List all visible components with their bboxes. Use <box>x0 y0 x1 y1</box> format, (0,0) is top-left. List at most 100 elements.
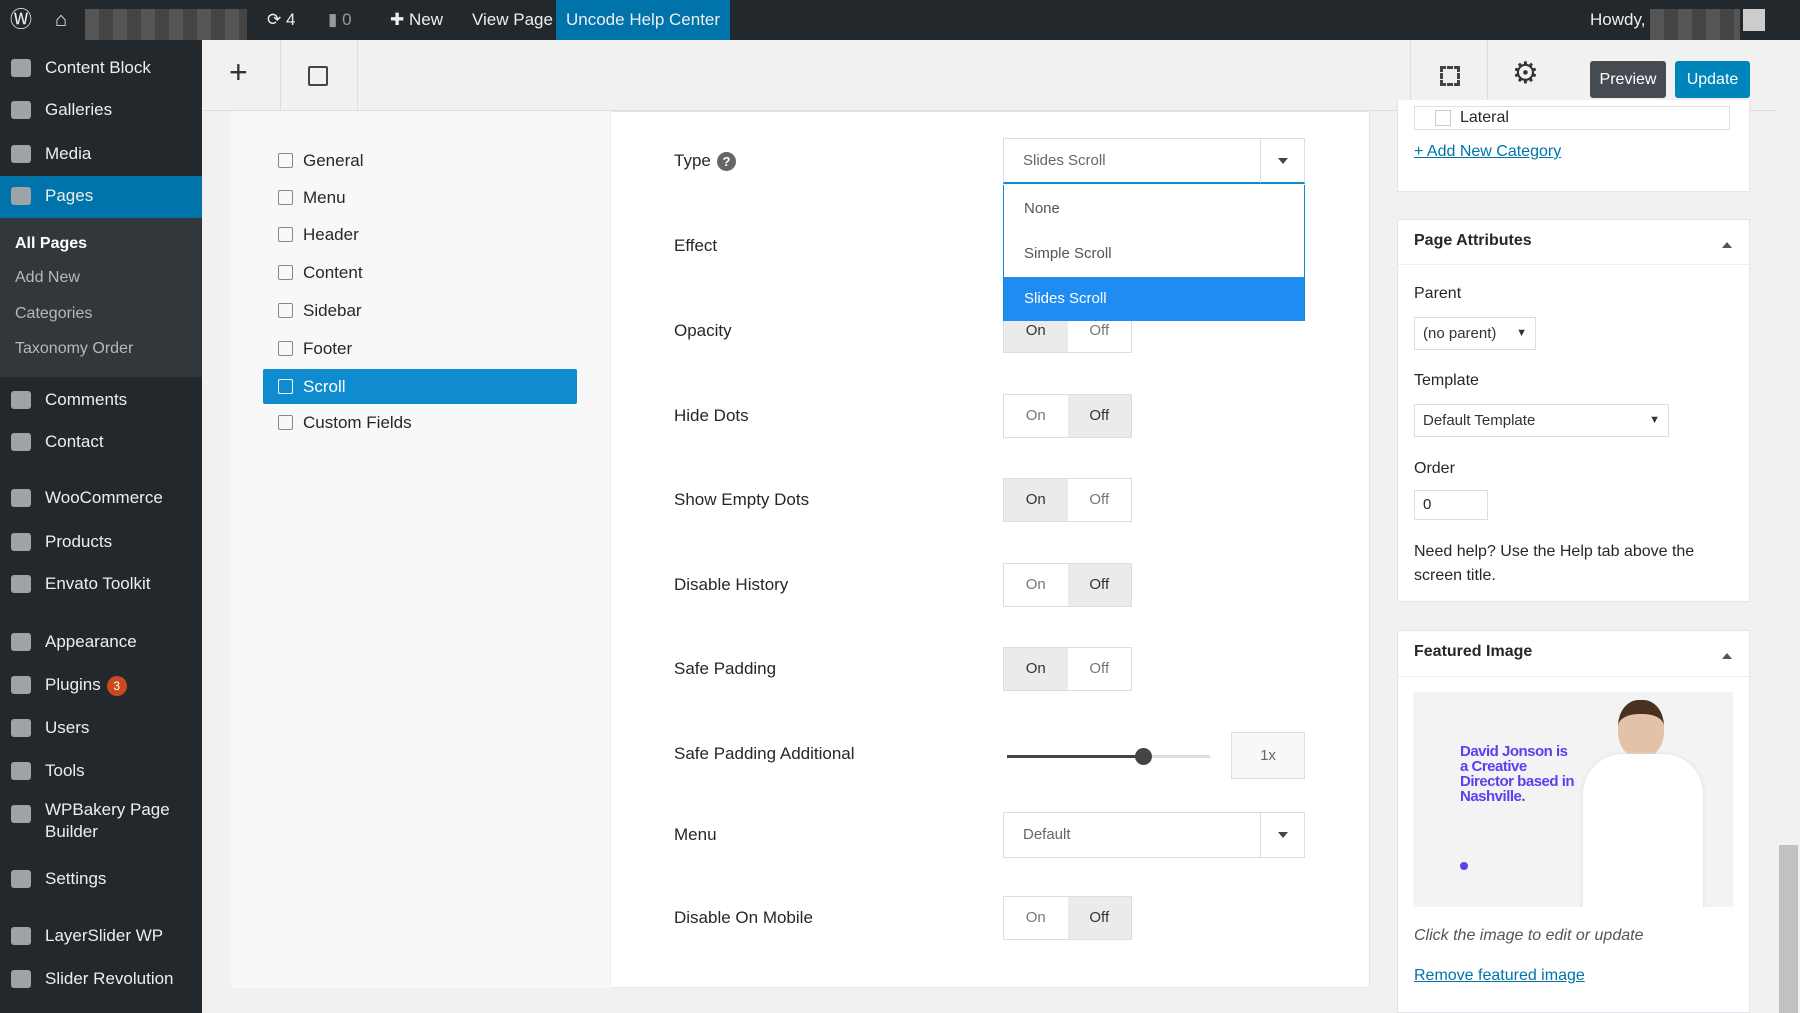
sidebar-item[interactable]: Products <box>0 524 202 560</box>
home-icon[interactable]: ⌂ <box>55 0 67 40</box>
slider-handle[interactable] <box>1135 748 1152 765</box>
page-attributes-title: Page Attributes <box>1414 232 1532 249</box>
hide-dots-toggle[interactable]: On Off <box>1003 394 1132 438</box>
submenu-item[interactable]: Add New <box>15 269 80 287</box>
safe-padding-additional-label: Safe Padding Additional <box>674 744 855 763</box>
disable-history-toggle[interactable]: On Off <box>1003 563 1132 607</box>
remove-featured-image-link[interactable]: Remove featured image <box>1414 967 1585 985</box>
add-block-icon[interactable]: + <box>229 54 248 91</box>
nav-item[interactable]: Menu <box>263 180 577 215</box>
sidebar-item[interactable]: Pages <box>0 178 202 214</box>
submenu-item[interactable]: Categories <box>15 305 92 323</box>
option-simple-scroll[interactable]: Simple Scroll <box>1004 232 1304 276</box>
menu-icon <box>11 762 31 780</box>
effect-label: Effect <box>674 236 718 255</box>
category-lateral[interactable]: Lateral <box>1414 106 1730 130</box>
help-icon[interactable]: ? <box>717 152 736 171</box>
sidebar-item[interactable]: Settings <box>0 861 202 897</box>
help-center-link[interactable]: Uncode Help Center <box>556 0 731 40</box>
nav-icon <box>278 227 293 242</box>
nav-item[interactable]: Content <box>263 255 577 290</box>
menu-select[interactable]: Default <box>1003 812 1305 858</box>
show-empty-dots-toggle[interactable]: On Off <box>1003 478 1132 522</box>
sidebar-item[interactable]: WPBakery Page Builder <box>0 796 202 846</box>
nav-item[interactable]: Footer <box>263 331 577 366</box>
menu-icon <box>11 101 31 119</box>
gear-icon[interactable]: ⚙ <box>1512 56 1539 91</box>
nav-item[interactable]: Sidebar <box>263 293 577 328</box>
type-select[interactable]: Slides Scroll <box>1003 138 1305 184</box>
menu-icon <box>11 187 31 205</box>
safe-padding-value[interactable]: 1x <box>1231 732 1305 779</box>
submenu-item[interactable]: Taxonomy Order <box>15 340 133 358</box>
sidebar-item[interactable]: Media <box>0 136 202 172</box>
update-button[interactable]: Update <box>1675 61 1750 98</box>
menu-icon <box>11 489 31 507</box>
portrait-picture <box>1583 692 1708 907</box>
template-select[interactable]: Default Template ▼ <box>1414 404 1669 437</box>
sidebar-item[interactable]: Plugins 3 <box>0 667 202 703</box>
view-page-link[interactable]: View Page <box>472 0 553 40</box>
menu-icon <box>11 145 31 163</box>
nav-item[interactable]: Header <box>263 217 577 252</box>
disable-on-mobile-toggle[interactable]: On Off <box>1003 896 1132 940</box>
comments-link[interactable]: ▮ 0 <box>328 0 352 40</box>
safe-padding-toggle[interactable]: On Off <box>1003 647 1132 691</box>
sidebar-item[interactable]: WooCommerce <box>0 480 202 516</box>
template-label: Template <box>1414 372 1479 389</box>
option-none[interactable]: None <box>1004 187 1304 231</box>
featured-image[interactable]: David Jonson is a Creative Director base… <box>1413 692 1733 907</box>
opacity-label: Opacity <box>674 321 732 340</box>
nav-item[interactable]: Scroll <box>263 369 577 404</box>
wordpress-logo-icon[interactable]: Ⓦ <box>10 0 32 40</box>
nav-icon <box>278 190 293 205</box>
chevron-down-icon <box>1260 139 1304 183</box>
scrollbar[interactable] <box>1777 40 1800 1013</box>
parent-select[interactable]: (no parent) ▼ <box>1414 317 1536 350</box>
safe-padding-label: Safe Padding <box>674 659 777 678</box>
refresh-icon: ⟳ <box>267 10 282 29</box>
sidebar-item[interactable]: Comments <box>0 382 202 418</box>
menu-icon <box>11 575 31 593</box>
order-input[interactable]: 0 <box>1414 490 1488 520</box>
avatar[interactable] <box>1743 9 1765 31</box>
menu-icon <box>11 870 31 888</box>
menu-icon <box>11 970 31 988</box>
sidebar-item[interactable]: Contact <box>0 424 202 460</box>
menu-icon <box>11 805 31 823</box>
sidebar-item[interactable]: Content Block <box>0 50 202 86</box>
new-link[interactable]: ✚ New <box>390 0 443 40</box>
category-checkbox[interactable] <box>1435 110 1451 126</box>
disable-on-mobile-label: Disable On Mobile <box>674 908 813 927</box>
menu-label: Menu <box>674 825 717 844</box>
sidebar-item[interactable]: Appearance <box>0 624 202 660</box>
plugins-badge: 3 <box>106 676 127 696</box>
hide-dots-label: Hide Dots <box>674 406 749 425</box>
nav-item[interactable]: Custom Fields <box>263 405 577 440</box>
add-new-category-link[interactable]: + Add New Category <box>1414 143 1561 161</box>
collapse-icon[interactable] <box>1722 237 1732 248</box>
menu-icon <box>11 676 31 694</box>
order-label: Order <box>1414 460 1455 477</box>
type-label: Type <box>674 151 711 170</box>
sidebar-item[interactable]: Users <box>0 710 202 746</box>
sidebar-item[interactable]: Tools <box>0 753 202 789</box>
preview-button[interactable]: Preview <box>1590 61 1666 98</box>
updates-link[interactable]: ⟳ 4 <box>267 0 295 40</box>
fullscreen-icon[interactable] <box>1440 66 1460 86</box>
show-empty-dots-label: Show Empty Dots <box>674 490 810 509</box>
featured-image-title: Featured Image <box>1414 643 1533 660</box>
sidebar-item[interactable]: Slider Revolution <box>0 961 202 997</box>
sidebar-item[interactable]: Envato Toolkit <box>0 566 202 602</box>
sidebar-item[interactable]: Galleries <box>0 92 202 128</box>
menu-icon <box>11 433 31 451</box>
sidebar-item[interactable]: LayerSlider WP <box>0 918 202 954</box>
layout-icon[interactable] <box>308 66 328 86</box>
slider-track[interactable] <box>1007 755 1210 758</box>
submenu-item[interactable]: All Pages <box>15 235 87 253</box>
collapse-icon[interactable] <box>1722 648 1732 659</box>
nav-icon <box>278 265 293 280</box>
nav-item[interactable]: General <box>263 143 577 178</box>
howdy-text[interactable]: Howdy, <box>1590 0 1645 40</box>
option-slides-scroll[interactable]: Slides Scroll <box>1004 277 1304 321</box>
